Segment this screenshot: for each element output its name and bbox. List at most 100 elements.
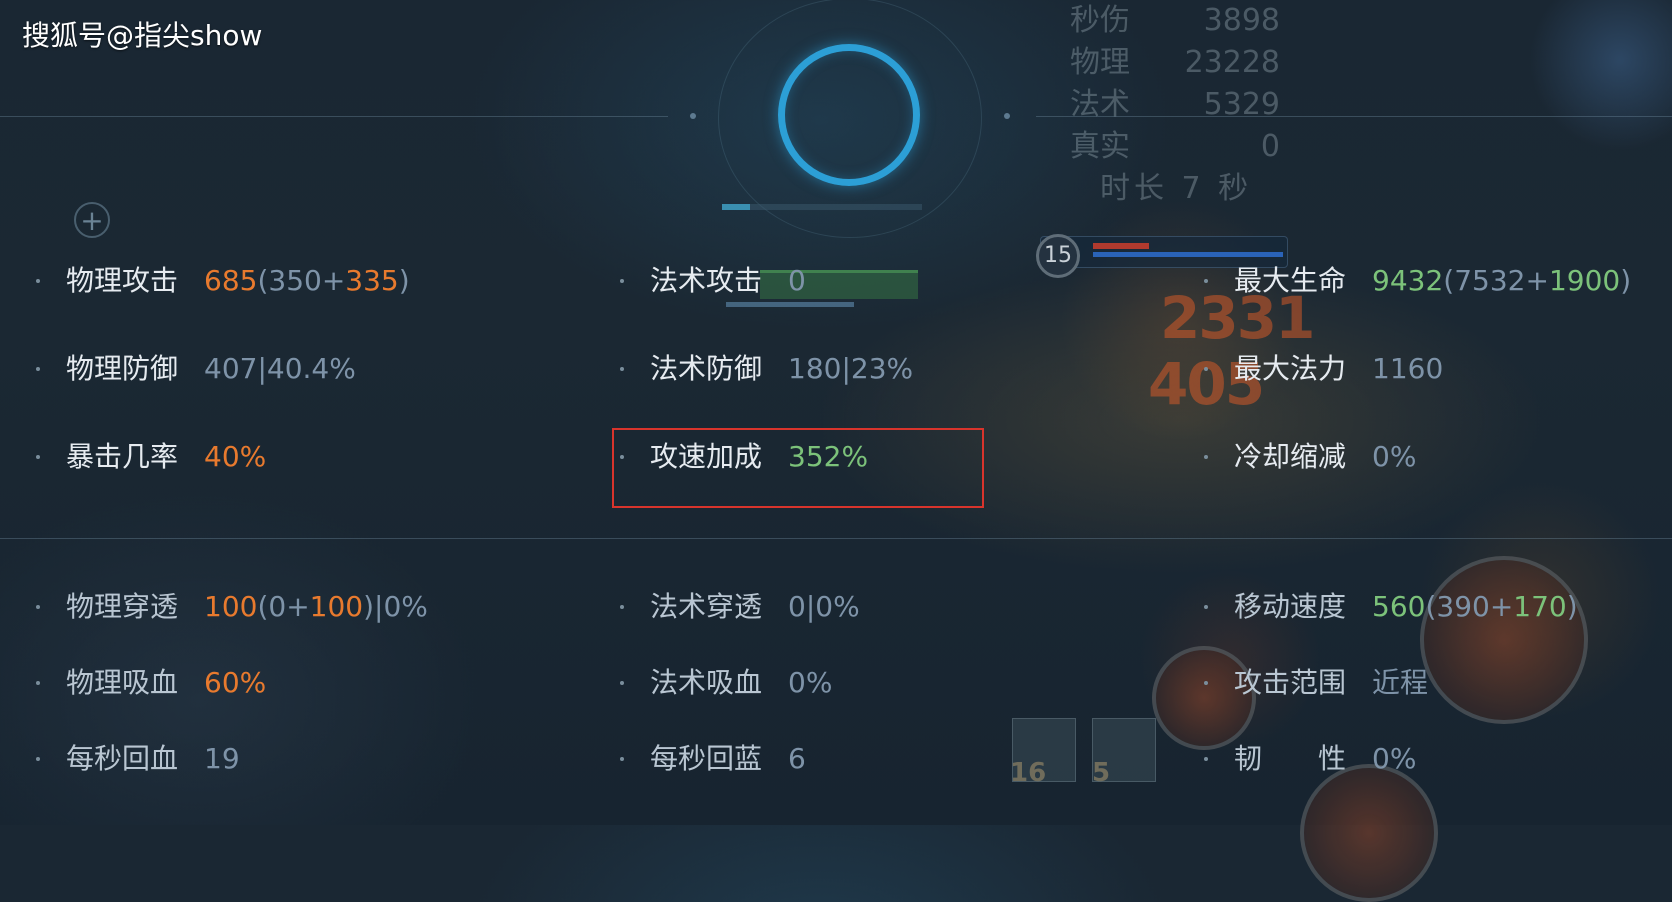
damage-label: 秒伤 (1070, 3, 1130, 38)
stat-row: 暴击几率 40% (36, 440, 266, 474)
stat-row: 最大生命 9432(7532+1900) (1204, 264, 1631, 298)
stat-value-part: (390+ (1425, 590, 1514, 623)
equipment-count: 5 (1092, 758, 1111, 788)
bullet-icon (36, 279, 40, 283)
bullet-icon (620, 681, 624, 685)
hero-level-badge: 15 (1036, 234, 1080, 278)
bullet-icon (36, 681, 40, 685)
stat-label: 攻击范围 (1234, 666, 1347, 699)
stat-value-part: 100 (204, 590, 258, 623)
stat-value-part: 560 (1372, 590, 1426, 623)
stat-value-part: 407|40.4% (204, 352, 356, 385)
stat-label: 法术穿透 (650, 590, 763, 623)
stat-label: 每秒回蓝 (650, 742, 763, 775)
stat-row: 物理穿透 100(0+100)|0% (36, 590, 428, 624)
bullet-icon (620, 757, 624, 761)
bullet-icon (36, 605, 40, 609)
stat-label: 法术防御 (650, 352, 763, 385)
stat-row: 法术攻击 0 (620, 264, 806, 298)
stat-value-part: 0% (1372, 742, 1417, 775)
bullet-icon (36, 757, 40, 761)
stat-value-part: 近程 (1372, 666, 1429, 699)
section-divider (0, 538, 1672, 539)
stat-row: 每秒回蓝 6 (620, 742, 806, 776)
stat-value: 0% (1372, 440, 1416, 474)
damage-value: 3898 (1203, 3, 1280, 38)
watermark: 搜狐号@指尖show (22, 19, 263, 52)
damage-value: 0 (1260, 129, 1280, 164)
stat-value-part: 0% (1372, 440, 1417, 473)
stat-value-part: 335 (345, 264, 399, 297)
stat-value-part: (0+ (257, 590, 310, 623)
damage-panel: 秒伤 3898 物理 23228 法术 5329 真实 0 时长 7 秒 (1070, 0, 1280, 210)
stat-row: 物理防御 407|40.4% (36, 352, 356, 386)
bullet-icon (1204, 757, 1208, 761)
bullet-icon (1204, 455, 1208, 459)
stat-label: 物理吸血 (66, 666, 179, 699)
stat-value: 0|0% (788, 590, 860, 624)
stat-row: 冷却缩减 0% (1204, 440, 1416, 474)
stat-value-part: 40% (204, 440, 267, 473)
bullet-icon (620, 279, 624, 283)
stat-row: 移动速度 560(390+170) (1204, 590, 1578, 624)
bullet-icon (1204, 681, 1208, 685)
stat-value-part: 0|0% (788, 590, 860, 623)
divider-dot (1004, 113, 1010, 119)
stat-label: 冷却缩减 (1234, 440, 1347, 473)
highlight-box (612, 428, 984, 508)
stat-row: 最大法力 1160 (1204, 352, 1443, 386)
bullet-icon (1204, 605, 1208, 609)
stat-label: 韧 性 (1234, 742, 1347, 775)
damage-label: 真实 (1070, 129, 1130, 164)
stat-row: 物理吸血 60% (36, 666, 266, 700)
stat-row: 法术吸血 0% (620, 666, 832, 700)
stat-label: 暴击几率 (66, 440, 179, 473)
stat-value-part: 0 (788, 264, 806, 297)
stat-label: 法术吸血 (650, 666, 763, 699)
stat-value-part: 19 (204, 742, 240, 775)
stat-label: 最大生命 (1234, 264, 1347, 297)
stat-label: 物理攻击 (66, 264, 179, 297)
stat-value-part: 9432 (1372, 264, 1444, 297)
stat-value: 685(350+335) (204, 264, 410, 298)
damage-row: 真实 0 (1070, 126, 1280, 168)
damage-label: 法术 (1070, 87, 1130, 122)
stat-value-part: (350+ (257, 264, 346, 297)
stat-value-part: 685 (204, 264, 258, 297)
bullet-icon (36, 455, 40, 459)
damage-row: 法术 5329 (1070, 84, 1280, 126)
unit-mana-bar (726, 302, 854, 307)
add-chat-icon[interactable]: + (74, 202, 110, 238)
stat-row: 法术穿透 0|0% (620, 590, 860, 624)
stat-label: 法术攻击 (650, 264, 763, 297)
stat-row: 物理攻击 685(350+335) (36, 264, 410, 298)
stat-row: 每秒回血 19 (36, 742, 240, 776)
stat-value-part: (7532+ (1443, 264, 1549, 297)
stat-value-part: ) (1566, 590, 1578, 623)
bullet-icon (620, 367, 624, 371)
stat-value: 6 (788, 742, 806, 776)
stat-value-part: 60% (204, 666, 267, 699)
stat-label: 每秒回血 (66, 742, 179, 775)
damage-duration: 时长 7 秒 (1100, 171, 1253, 206)
skill-button-icon (1420, 556, 1588, 724)
stat-value: 近程 (1372, 666, 1428, 700)
damage-value: 5329 (1203, 87, 1280, 122)
stat-value: 0% (1372, 742, 1416, 776)
stat-value: 0 (788, 264, 806, 298)
stat-row: 法术防御 180|23% (620, 352, 913, 386)
stat-value-part: 6 (788, 742, 806, 775)
skill-button-icon (1300, 764, 1438, 902)
damage-label: 物理 (1070, 45, 1130, 80)
damage-row: 物理 23228 (1070, 42, 1280, 84)
stat-value: 1160 (1372, 352, 1443, 386)
stat-value: 100(0+100)|0% (204, 590, 428, 624)
stat-value: 60% (204, 666, 266, 700)
stat-value-part: 0% (788, 666, 833, 699)
stat-label: 最大法力 (1234, 352, 1347, 385)
damage-row: 秒伤 3898 (1070, 0, 1280, 42)
bullet-icon (1204, 279, 1208, 283)
top-divider-left (0, 116, 668, 117)
stat-value: 9432(7532+1900) (1372, 264, 1631, 298)
stat-value: 0% (788, 666, 832, 700)
